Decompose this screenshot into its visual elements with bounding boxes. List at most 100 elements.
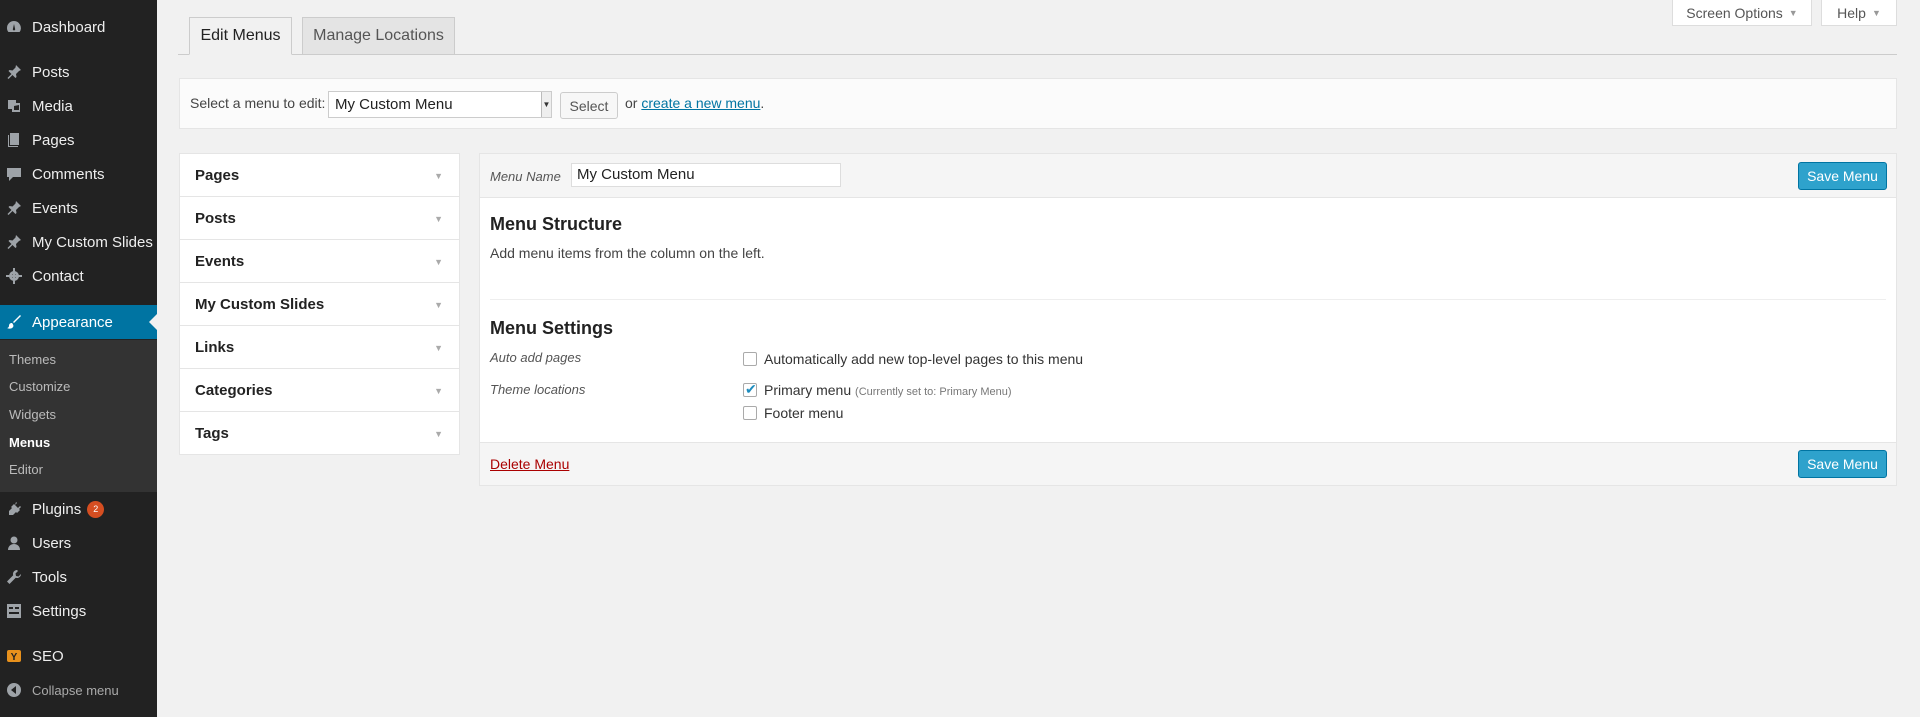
sidebar-item-appearance[interactable]: Appearance	[0, 305, 157, 339]
sidebar-item-media[interactable]: Media	[0, 89, 157, 123]
section-divider	[490, 299, 1886, 300]
sidebar-item-pages[interactable]: Pages	[0, 123, 157, 157]
accordion-label: Events	[195, 252, 245, 270]
sidebar-item-label: SEO	[32, 647, 64, 665]
admin-sidebar: Dashboard Posts Media Pages Comments Eve…	[0, 0, 157, 717]
period-text: .	[760, 95, 765, 111]
tab-divider	[178, 54, 1897, 55]
menu-name-input[interactable]: My Custom Menu	[571, 163, 841, 187]
media-icon	[6, 98, 22, 114]
accordion-categories[interactable]: Categories ▼	[180, 369, 459, 412]
triangle-down-icon: ▼	[434, 214, 443, 224]
tab-edit-menus[interactable]: Edit Menus	[189, 17, 292, 55]
save-menu-button-bottom[interactable]: Save Menu	[1798, 450, 1887, 478]
settings-icon	[6, 603, 22, 619]
sidebar-item-users[interactable]: Users	[0, 526, 157, 560]
sidebar-item-plugins[interactable]: Plugins 2	[0, 492, 157, 526]
sidebar-item-my-custom-slides[interactable]: My Custom Slides	[0, 225, 157, 259]
pages-icon	[6, 132, 22, 148]
sidebar-item-settings[interactable]: Settings	[0, 594, 157, 628]
wrench-icon	[6, 569, 22, 585]
accordion-label: Tags	[195, 425, 229, 442]
accordion-label: Pages	[195, 166, 240, 184]
sidebar-item-label: Settings	[32, 602, 87, 620]
submenu-item-themes[interactable]: Themes	[9, 352, 56, 367]
save-menu-button-top[interactable]: Save Menu	[1798, 162, 1887, 190]
sidebar-item-label: Posts	[32, 63, 70, 81]
sidebar-item-label: Media	[32, 97, 73, 115]
appearance-submenu: Themes Customize Widgets Menus Editor	[0, 340, 157, 492]
dashboard-icon	[6, 19, 22, 35]
menu-select-dropdown[interactable]: My Custom Menu ▼	[328, 91, 552, 118]
auto-add-pages-text: Automatically add new top-level pages to…	[764, 351, 1084, 367]
svg-text:Y: Y	[11, 652, 18, 663]
triangle-down-icon: ▼	[434, 171, 443, 181]
select-button[interactable]: Select	[560, 92, 618, 119]
screen-options-label: Screen Options	[1686, 4, 1783, 21]
accordion-label: Posts	[195, 209, 236, 227]
sidebar-item-contact[interactable]: Contact	[0, 259, 157, 293]
sidebar-item-events[interactable]: Events	[0, 191, 157, 225]
accordion-label: My Custom Slides	[195, 295, 325, 313]
sidebar-item-dashboard[interactable]: Dashboard	[0, 10, 157, 44]
sidebar-item-tools[interactable]: Tools	[0, 560, 157, 594]
sidebar-item-label: Appearance	[32, 313, 113, 331]
dropdown-arrow-icon: ▼	[541, 92, 551, 117]
footer-menu-checkbox[interactable]	[743, 406, 757, 420]
primary-menu-text: Primary menu	[764, 382, 852, 398]
sidebar-item-label: Dashboard	[32, 18, 106, 36]
comment-icon	[6, 166, 22, 182]
accordion-label: Links	[195, 338, 235, 356]
menu-settings-title: Menu Settings	[490, 318, 614, 338]
tab-manage-locations[interactable]: Manage Locations	[302, 17, 455, 54]
pin-icon	[6, 64, 22, 80]
accordion-tags[interactable]: Tags ▼	[180, 412, 459, 455]
triangle-down-icon: ▼	[434, 386, 443, 396]
submenu-item-customize[interactable]: Customize	[9, 379, 70, 394]
or-text: or	[625, 95, 638, 111]
accordion-events[interactable]: Events ▼	[180, 240, 459, 283]
gear-icon	[6, 268, 22, 284]
triangle-down-icon: ▼	[434, 429, 443, 439]
sidebar-item-label: Tools	[32, 568, 68, 586]
accordion-links[interactable]: Links ▼	[180, 326, 459, 369]
submenu-item-editor[interactable]: Editor	[9, 462, 43, 477]
menu-header: Menu Name My Custom Menu Save Menu	[480, 154, 1896, 198]
brush-icon	[6, 314, 22, 330]
menu-name-label: Menu Name	[490, 169, 561, 184]
primary-menu-note: (Currently set to: Primary Menu)	[855, 386, 1012, 398]
sidebar-item-label: Events	[32, 199, 78, 217]
sidebar-item-comments[interactable]: Comments	[0, 157, 157, 191]
submenu-item-widgets[interactable]: Widgets	[9, 407, 56, 422]
theme-locations-label: Theme locations	[490, 382, 586, 397]
auto-add-pages-checkbox[interactable]	[743, 352, 757, 366]
triangle-down-icon: ▼	[434, 257, 443, 267]
footer-menu-label: Footer menu	[764, 405, 844, 421]
sidebar-item-posts[interactable]: Posts	[0, 55, 157, 89]
delete-menu-link[interactable]: Delete Menu	[490, 456, 569, 472]
menu-items-accordion: Pages ▼ Posts ▼ Events ▼ My Custom Slides ▼ …	[179, 153, 460, 455]
accordion-posts[interactable]: Posts ▼	[180, 197, 459, 240]
screen-options-button[interactable]: Screen Options ▼	[1672, 0, 1812, 26]
sidebar-item-seo[interactable]: Y SEO	[0, 639, 157, 673]
collapse-menu-button[interactable]: Collapse menu	[0, 673, 157, 707]
primary-menu-label: Primary menu (Currently set to: Primary …	[764, 382, 1012, 398]
or-label: or create a new menu.	[625, 95, 764, 111]
create-new-menu-link[interactable]: create a new menu	[641, 95, 760, 111]
menu-management-panel: Menu Name My Custom Menu Save Menu Menu …	[479, 153, 1897, 486]
primary-menu-checkbox[interactable]	[743, 381, 757, 398]
sidebar-item-label: Contact	[32, 267, 84, 285]
caret-down-icon: ▼	[1788, 7, 1798, 18]
collapse-menu-label: Collapse menu	[32, 682, 119, 698]
accordion-my-custom-slides[interactable]: My Custom Slides ▼	[180, 283, 459, 326]
pin-icon	[6, 234, 22, 250]
sidebar-item-label: Pages	[32, 131, 75, 149]
accordion-pages[interactable]: Pages ▼	[180, 154, 459, 197]
help-button[interactable]: Help ▼	[1821, 0, 1897, 26]
triangle-down-icon: ▼	[434, 300, 443, 310]
submenu-item-menus[interactable]: Menus	[9, 435, 50, 450]
help-label: Help	[1837, 4, 1866, 21]
menu-footer: Delete Menu Save Menu	[480, 442, 1896, 485]
seo-icon: Y	[6, 648, 22, 664]
update-count-badge: 2	[87, 500, 105, 518]
